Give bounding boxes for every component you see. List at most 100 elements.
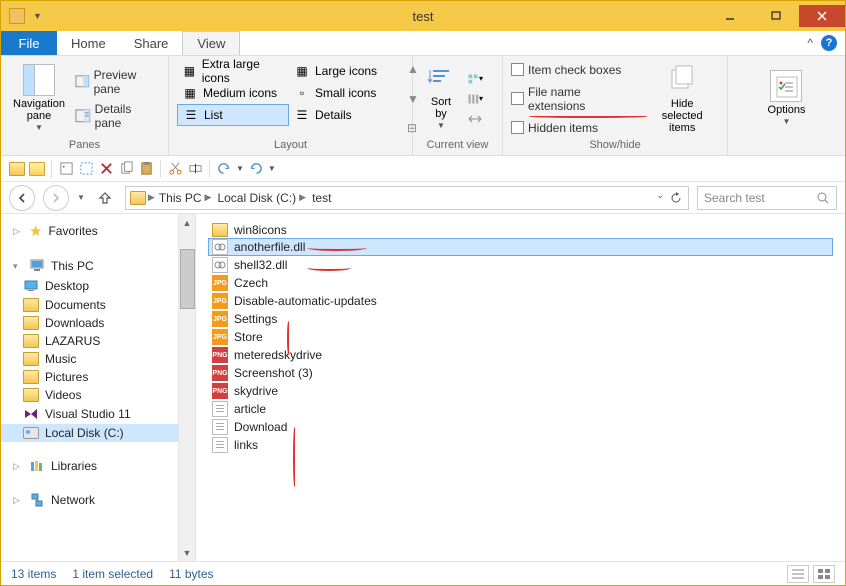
- expand-icon[interactable]: ▷: [13, 461, 23, 472]
- crumb-local-disk[interactable]: Local Disk (C:)▶: [215, 191, 308, 205]
- sidebar-item-pictures[interactable]: Pictures: [1, 368, 195, 386]
- crumb-test[interactable]: test: [310, 191, 333, 205]
- search-input[interactable]: Search test: [697, 186, 837, 210]
- details-view-button[interactable]: [787, 565, 809, 583]
- expand-icon[interactable]: ▷: [13, 226, 23, 237]
- copy-icon[interactable]: [118, 161, 134, 177]
- layout-large[interactable]: ▦Large icons: [289, 60, 401, 82]
- sidebar-item-vs11[interactable]: Visual Studio 11: [1, 404, 195, 424]
- file-item[interactable]: win8icons: [208, 222, 833, 238]
- layout-medium[interactable]: ▦Medium icons: [177, 82, 289, 104]
- file-item[interactable]: anotherfile.dll: [208, 238, 833, 256]
- up-button[interactable]: [93, 186, 117, 210]
- scroll-up-icon[interactable]: ▲: [179, 214, 195, 231]
- sidebar-favorites[interactable]: ▷★Favorites: [1, 220, 195, 242]
- thumbnails-view-button[interactable]: [813, 565, 835, 583]
- layout-small[interactable]: ▫Small icons: [289, 82, 401, 104]
- group-by-icon[interactable]: ▾: [467, 71, 483, 87]
- sidebar-libraries[interactable]: ▷Libraries: [1, 456, 195, 476]
- scroll-down-icon[interactable]: ▼: [179, 544, 195, 561]
- breadcrumb-bar[interactable]: ▶ This PC▶ Local Disk (C:)▶ test ⌄: [125, 186, 689, 210]
- file-name-extensions-toggle[interactable]: File name extensions: [511, 83, 639, 115]
- hide-selected-items-button[interactable]: Hide selected items: [645, 60, 719, 137]
- details-pane-button[interactable]: Details pane: [75, 100, 160, 132]
- chevron-right-icon[interactable]: ▶: [148, 192, 155, 203]
- maximize-button[interactable]: [753, 5, 799, 27]
- address-dropdown-icon[interactable]: ⌄: [656, 190, 664, 206]
- hidden-items-toggle[interactable]: Hidden items: [511, 119, 639, 137]
- refresh-icon[interactable]: [668, 190, 684, 206]
- back-button[interactable]: [9, 185, 35, 211]
- ribbon-tabs: File Home Share View ^ ?: [1, 31, 845, 56]
- file-item[interactable]: PNGmeteredskydrive: [208, 346, 833, 364]
- layout-details[interactable]: ☰Details: [289, 104, 401, 126]
- sidebar-item-music[interactable]: Music: [1, 350, 195, 368]
- sidebar-network[interactable]: ▷Network: [1, 490, 195, 510]
- forward-button[interactable]: [43, 185, 69, 211]
- sidebar-item-lazarus[interactable]: LAZARUS: [1, 332, 195, 350]
- delete-icon[interactable]: [98, 161, 114, 177]
- layout-extra-large[interactable]: ▦Extra large icons: [177, 60, 289, 82]
- file-item[interactable]: JPGCzech: [208, 274, 833, 292]
- file-item[interactable]: Download: [208, 418, 833, 436]
- add-columns-icon[interactable]: ▾: [467, 91, 483, 107]
- redo-dropdown-icon[interactable]: ▼: [268, 164, 276, 173]
- sort-by-button[interactable]: Sort by ▼: [421, 60, 461, 137]
- medium-icons-icon: ▦: [182, 85, 198, 101]
- file-item[interactable]: shell32.dll: [208, 256, 833, 274]
- file-item[interactable]: article: [208, 400, 833, 418]
- rename-icon[interactable]: [187, 161, 203, 177]
- file-list[interactable]: win8iconsanotherfile.dllshell32.dllJPGCz…: [196, 214, 845, 561]
- file-item[interactable]: JPGSettings: [208, 310, 833, 328]
- options-button[interactable]: Options ▼: [764, 60, 810, 137]
- layout-gallery[interactable]: ▦Extra large icons ▦Large icons ▦Medium …: [177, 60, 401, 137]
- navigation-pane-button[interactable]: Navigation pane ▼: [9, 60, 69, 137]
- sidebar-item-videos[interactable]: Videos: [1, 386, 195, 404]
- redo-icon[interactable]: [248, 161, 264, 177]
- size-columns-icon[interactable]: [467, 111, 483, 127]
- help-icon[interactable]: ?: [821, 35, 837, 51]
- sidebar-this-pc[interactable]: ▾This PC: [1, 256, 195, 276]
- open-icon[interactable]: [29, 161, 45, 177]
- file-item[interactable]: links: [208, 436, 833, 454]
- sidebar-item-desktop[interactable]: Desktop: [1, 276, 195, 296]
- tab-file[interactable]: File: [1, 31, 57, 55]
- sidebar-item-local-disk[interactable]: Local Disk (C:): [1, 424, 195, 442]
- file-item[interactable]: JPGStore: [208, 328, 833, 346]
- file-item[interactable]: PNGScreenshot (3): [208, 364, 833, 382]
- sidebar-item-documents[interactable]: Documents: [1, 296, 195, 314]
- star-icon: ★: [29, 222, 42, 240]
- new-folder-icon[interactable]: [9, 161, 25, 177]
- collapse-ribbon-icon[interactable]: ^: [807, 36, 813, 50]
- close-button[interactable]: [799, 5, 845, 27]
- tab-view[interactable]: View: [182, 31, 240, 55]
- select-icon[interactable]: [78, 161, 94, 177]
- history-dropdown-icon[interactable]: ▼: [77, 193, 85, 202]
- undo-icon[interactable]: [216, 161, 232, 177]
- paste-icon[interactable]: [138, 161, 154, 177]
- sidebar-item-downloads[interactable]: Downloads: [1, 314, 195, 332]
- sidebar-scrollbar[interactable]: ▲ ▼: [178, 214, 195, 561]
- tab-home[interactable]: Home: [57, 31, 120, 55]
- tab-share[interactable]: Share: [120, 31, 183, 55]
- expand-icon[interactable]: ▷: [13, 495, 23, 506]
- undo-dropdown-icon[interactable]: ▼: [236, 164, 244, 173]
- crumb-this-pc[interactable]: This PC▶: [157, 191, 214, 205]
- list-icon: ☰: [183, 107, 199, 123]
- png-icon: PNG: [212, 383, 228, 399]
- details-icon: ☰: [294, 107, 310, 123]
- dll-icon: [212, 257, 228, 273]
- scroll-thumb[interactable]: [180, 249, 195, 309]
- cut-icon[interactable]: [167, 161, 183, 177]
- item-check-boxes-toggle[interactable]: Item check boxes: [511, 61, 639, 79]
- collapse-icon[interactable]: ▾: [13, 261, 23, 272]
- file-item[interactable]: PNGskydrive: [208, 382, 833, 400]
- options-icon: [770, 70, 802, 102]
- small-down-icon[interactable]: ▼: [33, 11, 42, 21]
- file-item[interactable]: JPGDisable-automatic-updates: [208, 292, 833, 310]
- layout-list[interactable]: ☰List: [177, 104, 289, 126]
- properties-icon[interactable]: [58, 161, 74, 177]
- minimize-button[interactable]: [707, 5, 753, 27]
- file-name: win8icons: [234, 223, 287, 237]
- preview-pane-button[interactable]: Preview pane: [75, 66, 160, 98]
